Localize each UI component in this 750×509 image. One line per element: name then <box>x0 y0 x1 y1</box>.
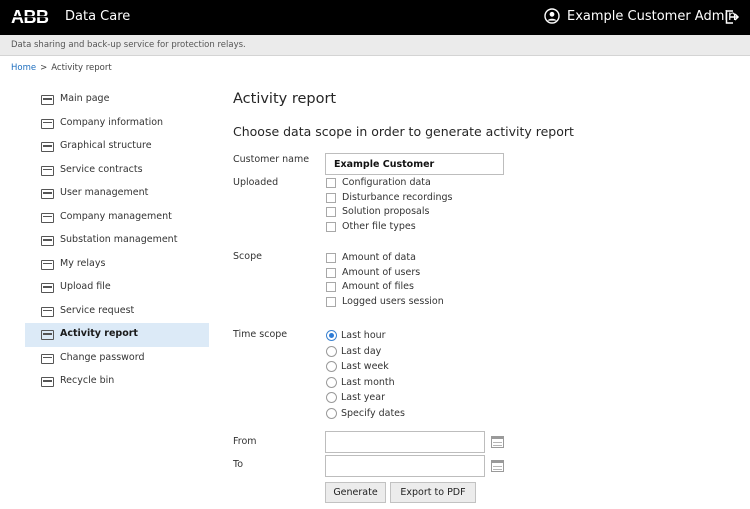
sub-header: Data sharing and back-up service for pro… <box>0 35 750 56</box>
checkbox-label: Logged users session <box>342 295 444 307</box>
generate-button[interactable]: Generate <box>325 482 386 503</box>
radio-button[interactable] <box>326 407 337 419</box>
page-icon <box>41 118 54 129</box>
sidebar-item-label: Activity report <box>60 328 138 339</box>
top-bar: ABB Data Care Example Customer Admin <box>0 0 750 35</box>
page-icon <box>41 306 54 317</box>
page-icon <box>41 142 54 152</box>
checkbox-label: Amount of data <box>342 252 416 263</box>
sidebar-item-upload-file[interactable]: Upload file <box>25 276 209 300</box>
checkbox-box[interactable] <box>326 296 336 307</box>
app-name: Data Care <box>65 9 131 24</box>
sidebar-item-label: My relays <box>60 257 106 269</box>
checkbox-label: Amount of users <box>342 266 421 278</box>
calendar-icon[interactable] <box>491 460 504 472</box>
sidebar-item-label: Upload file <box>60 281 111 292</box>
radio-button[interactable] <box>326 361 337 372</box>
user-circle-icon[interactable] <box>544 8 560 24</box>
sidebar-item-my-relays[interactable]: My relays <box>25 253 209 277</box>
sidebar-item-activity-report[interactable]: Activity report <box>25 323 209 347</box>
checkbox-box[interactable] <box>326 207 336 217</box>
page-icon <box>41 95 54 105</box>
checkbox-box[interactable] <box>326 178 336 188</box>
sidebar-item-user-management[interactable]: User management <box>25 182 209 206</box>
export-pdf-button[interactable]: Export to PDF <box>390 482 476 503</box>
page-icon <box>41 353 54 364</box>
checkbox-box[interactable] <box>326 253 336 263</box>
sidebar-item-label: Graphical structure <box>60 140 152 151</box>
checkbox-label: Solution proposals <box>342 206 430 217</box>
page-icon <box>41 283 54 293</box>
breadcrumb-current: Activity report <box>51 63 112 73</box>
calendar-icon[interactable] <box>491 436 504 448</box>
to-label: To <box>233 459 244 470</box>
sidebar-item-label: Recycle bin <box>60 375 115 386</box>
sidebar-item-graphical-structure[interactable]: Graphical structure <box>25 135 209 159</box>
page-icon <box>41 189 54 199</box>
checkbox-box[interactable] <box>326 221 336 232</box>
breadcrumb: Home > Activity report <box>11 63 112 73</box>
checkbox-box[interactable] <box>326 282 336 292</box>
section-title: Choose data scope in order to generate a… <box>233 124 574 139</box>
abb-logo[interactable]: ABB <box>11 7 55 27</box>
sidebar-item-company-management[interactable]: Company management <box>25 206 209 230</box>
breadcrumb-home-link[interactable]: Home <box>11 63 36 73</box>
sidebar-item-service-request[interactable]: Service request <box>25 300 209 324</box>
radio-label: Last week <box>341 361 389 372</box>
sidebar-item-label: Main page <box>60 93 110 104</box>
page-icon <box>41 165 54 176</box>
sidebar-item-label: User management <box>60 187 149 198</box>
from-label: From <box>233 436 257 447</box>
sidebar-item-label: Service request <box>60 304 135 316</box>
user-name[interactable]: Example Customer Admin <box>567 9 736 24</box>
sidebar-item-change-password[interactable]: Change password <box>25 347 209 371</box>
radio-label: Last month <box>341 376 395 388</box>
uploaded-label: Uploaded <box>233 177 279 188</box>
radio-button[interactable] <box>326 392 337 403</box>
to-date-field[interactable] <box>325 455 485 477</box>
tagline: Data sharing and back-up service for pro… <box>11 40 246 50</box>
time-scope-label: Time scope <box>233 329 288 340</box>
checkbox-label: Disturbance recordings <box>342 191 453 203</box>
sidebar-item-label: Service contracts <box>60 163 143 175</box>
breadcrumb-separator: > <box>40 63 48 73</box>
customer-name-field[interactable] <box>325 153 504 175</box>
page-icon <box>41 236 54 246</box>
checkbox-label: Configuration data <box>342 177 431 188</box>
radio-label: Last day <box>341 345 382 357</box>
sidebar-item-company-information[interactable]: Company information <box>25 112 209 136</box>
radio-label: Last year <box>341 392 386 403</box>
sidebar-item-label: Company information <box>60 116 164 128</box>
page-icon <box>41 212 54 223</box>
sidebar-item-main-page[interactable]: Main page <box>25 88 209 112</box>
from-date-field[interactable] <box>325 431 485 453</box>
sidebar-item-substation-management[interactable]: Substation management <box>25 229 209 253</box>
radio-button[interactable] <box>326 376 337 388</box>
page-icon <box>41 259 54 270</box>
sidebar-item-recycle-bin[interactable]: Recycle bin <box>25 370 209 394</box>
page-title: Activity report <box>233 91 337 107</box>
sidebar-nav: Main page Company information Graphical … <box>25 88 209 394</box>
sidebar-item-label: Change password <box>60 351 145 363</box>
checkbox-label: Other file types <box>342 220 416 232</box>
logout-icon[interactable] <box>724 9 740 25</box>
page-icon <box>41 377 54 387</box>
sidebar-item-label: Substation management <box>60 234 178 245</box>
checkbox-box[interactable] <box>326 192 336 203</box>
scope-label: Scope <box>233 251 262 262</box>
radio-button[interactable] <box>326 330 337 341</box>
page-icon <box>41 330 54 340</box>
radio-label: Last hour <box>341 330 386 341</box>
checkbox-label: Amount of files <box>342 281 414 292</box>
radio-label: Specify dates <box>341 407 405 419</box>
customer-name-label: Customer name <box>233 154 310 165</box>
sidebar-item-service-contracts[interactable]: Service contracts <box>25 159 209 183</box>
checkbox-box[interactable] <box>326 267 336 278</box>
sidebar-item-label: Company management <box>60 210 172 222</box>
radio-button[interactable] <box>326 345 337 357</box>
